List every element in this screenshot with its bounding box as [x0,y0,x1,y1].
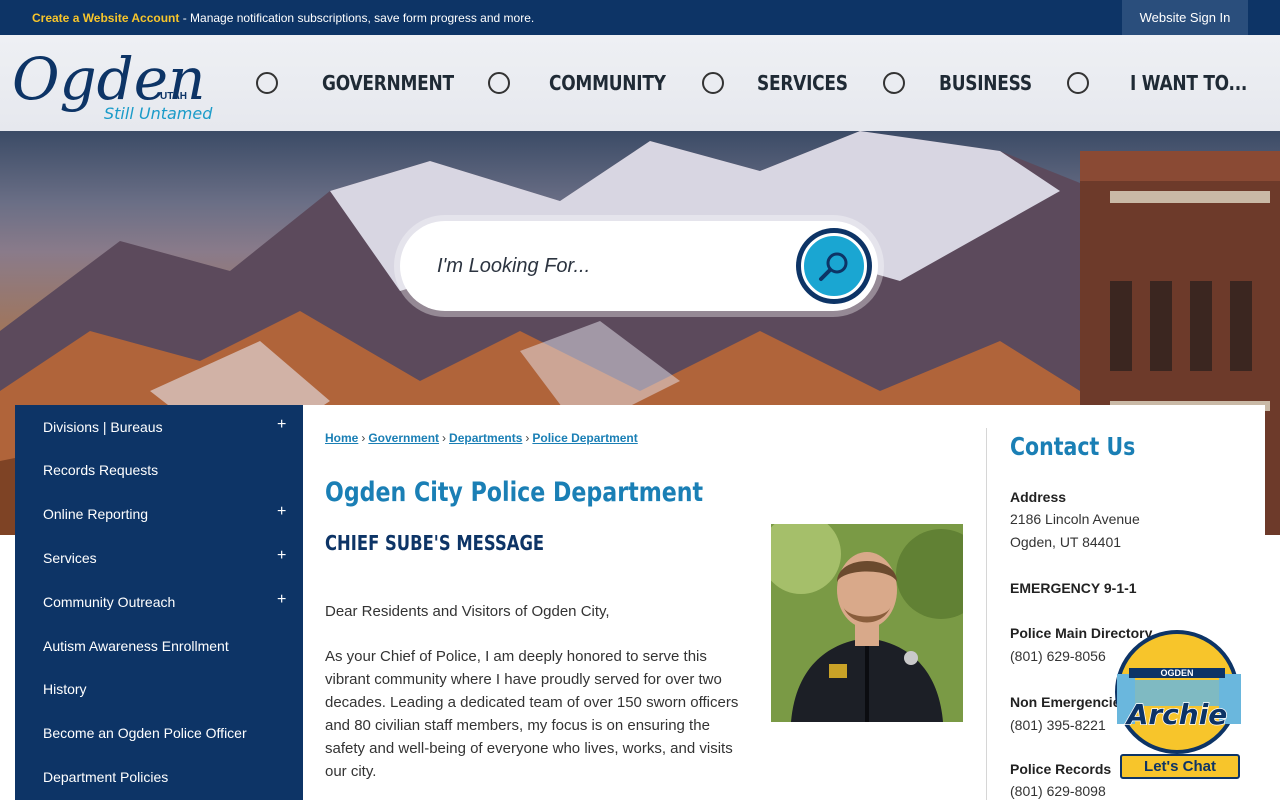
breadcrumb-separator: › [361,431,366,445]
nav-government[interactable]: GOVERNMENT [256,35,456,131]
sidebar-item-department-policies[interactable]: Department Policies [43,769,168,785]
breadcrumb-departments[interactable]: Departments [449,431,522,445]
expand-icon[interactable]: + [277,416,286,434]
sign-in-button[interactable]: Website Sign In [1122,0,1248,35]
circle-icon [256,72,278,94]
sidebar-item-divisions[interactable]: Divisions | Bureaus [43,419,163,435]
main-directory-phone[interactable]: (801) 629-8056 [1010,648,1106,664]
records-phone[interactable]: (801) 629-8098 [1010,783,1106,799]
nav-i-want-to[interactable]: I WANT TO... [1067,35,1247,131]
breadcrumb-government[interactable]: Government [368,431,439,445]
nav-business[interactable]: BUSINESS [883,35,1043,131]
address-line1: 2186 Lincoln Avenue [1010,511,1140,527]
breadcrumb-home[interactable]: Home [325,431,358,445]
breadcrumb-separator: › [442,431,447,445]
sidebar-item-history[interactable]: History [43,681,87,697]
account-message-text: - Manage notification subscriptions, sav… [179,11,535,25]
sidebar-item-autism-awareness[interactable]: Autism Awareness Enrollment [43,638,229,654]
expand-icon[interactable]: + [277,547,286,565]
address-label: Address [1010,489,1067,505]
page-title: Ogden City Police Department [325,477,704,508]
content-divider [986,428,987,800]
message-paragraph: As your Chief of Police, I am deeply hon… [325,648,739,780]
logo-name: Ogden [12,45,205,113]
records-label: Police Records [1010,761,1112,777]
lets-chat-button[interactable]: Let's Chat [1120,754,1240,779]
expand-icon[interactable]: + [277,591,286,609]
breadcrumb-police-department[interactable]: Police Department [532,431,637,445]
nav-label: BUSINESS [939,71,1032,95]
logo-tagline: Still Untamed [104,104,213,123]
breadcrumb-separator: › [525,431,530,445]
sidebar-item-online-reporting[interactable]: Online Reporting [43,506,148,522]
circle-icon [883,72,905,94]
sidebar-item-become-officer[interactable]: Become an Ogden Police Officer [43,725,247,741]
badge-name: Archie [1125,698,1228,731]
emergency-number: EMERGENCY 9-1-1 [1010,580,1137,596]
sidebar-item-community-outreach[interactable]: Community Outreach [43,594,175,610]
ogden-logo[interactable]: Ogden UTAH Still Untamed [12,39,232,127]
search-icon [801,233,867,299]
circle-icon [488,72,510,94]
top-bar: Create a Website Account - Manage notifi… [0,0,1280,35]
site-header: Ogden UTAH Still Untamed GOVERNMENT COMM… [0,35,1280,131]
sidebar-item-records-requests[interactable]: Records Requests [43,462,158,478]
non-emergency-phone[interactable]: (801) 395-8221 [1010,717,1106,733]
create-account-link[interactable]: Create a Website Account [32,11,179,25]
nav-label: GOVERNMENT [322,71,454,95]
nav-community[interactable]: COMMUNITY [488,35,678,131]
circle-icon [702,72,724,94]
non-emergency-label: Non Emergencies [1010,694,1129,710]
section-heading: CHIEF SUBE'S MESSAGE [325,531,545,555]
nav-services[interactable]: SERVICES [702,35,862,131]
nav-label: I WANT TO... [1130,71,1248,95]
search-bar[interactable]: I'm Looking For... [400,221,878,311]
address-line2: Ogden, UT 84401 [1010,534,1122,550]
search-button[interactable] [796,228,872,304]
nav-label: COMMUNITY [549,71,666,95]
logo-state: UTAH [160,91,187,102]
breadcrumb: Home › Government › Departments › Police Depar… [325,431,638,445]
sidebar-item-services[interactable]: Services [43,550,97,566]
badge-top-text: OGDEN [1160,668,1193,678]
search-input[interactable]: I'm Looking For... [437,255,590,278]
chief-photo [771,524,963,722]
circle-icon [1067,72,1089,94]
greeting-text: Dear Residents and Visitors of Ogden Cit… [325,603,610,620]
account-message: Create a Website Account - Manage notifi… [32,11,534,25]
sidebar-nav: Divisions | Bureaus + Records Requests O… [15,405,303,800]
contact-title: Contact Us [1010,432,1136,461]
nav-label: SERVICES [757,71,848,95]
expand-icon[interactable]: + [277,503,286,521]
